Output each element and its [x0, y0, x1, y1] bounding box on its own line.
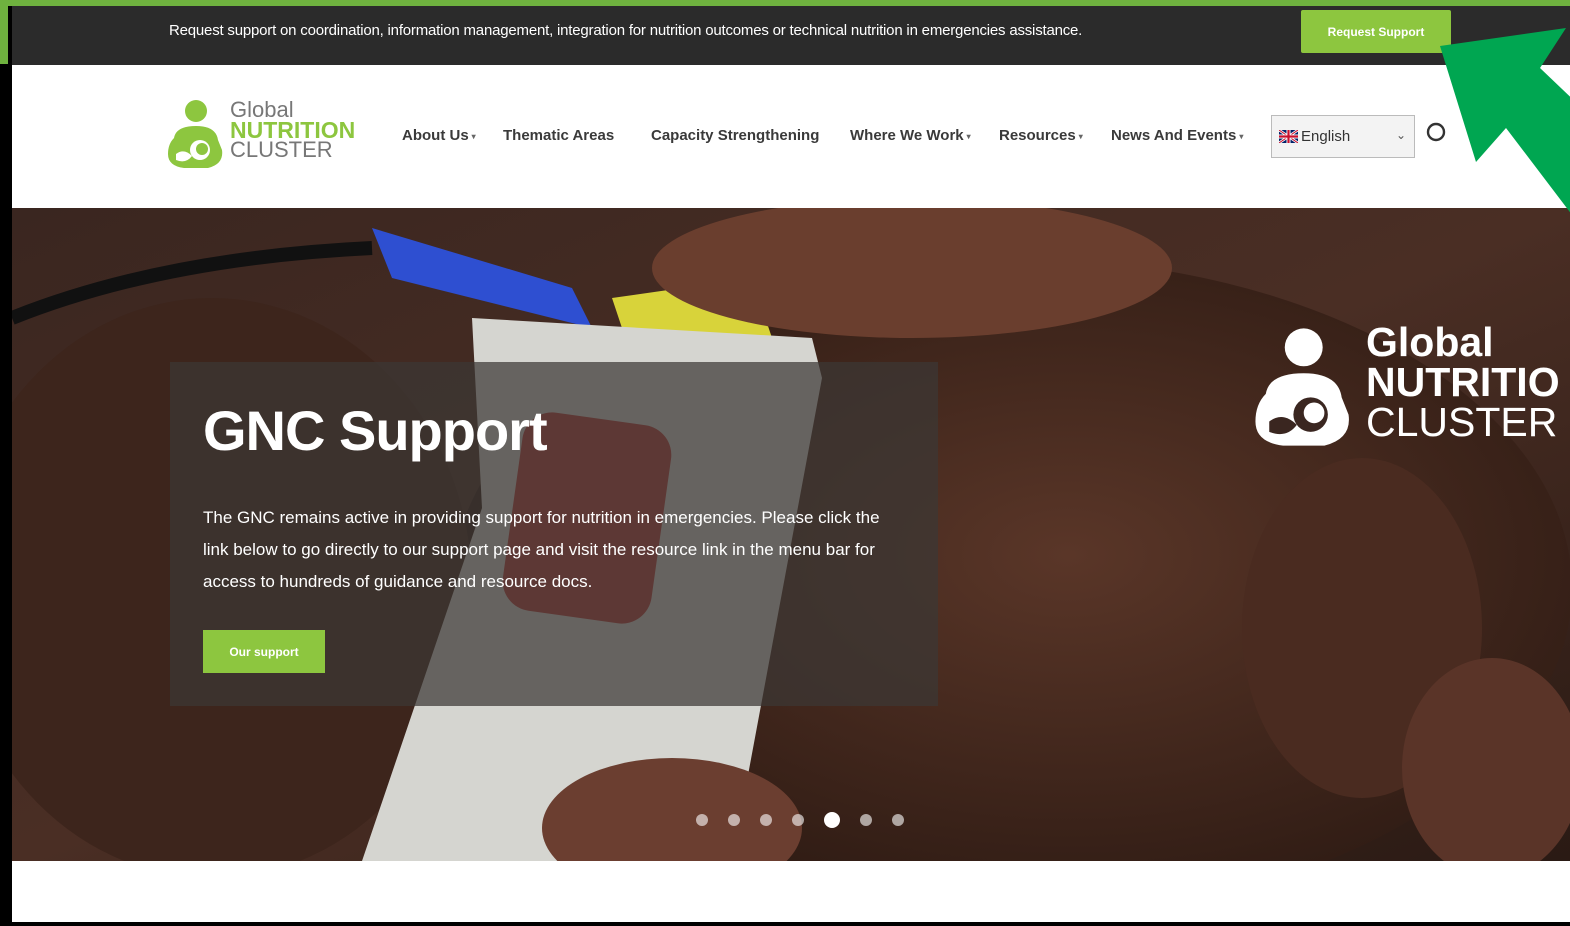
- mother-child-logo-icon: [1255, 328, 1349, 446]
- nav-label: Capacity Strengthening: [651, 127, 820, 144]
- hero-logo-nutrition: NUTRITIO: [1366, 359, 1560, 405]
- site-header: Global NUTRITION CLUSTER About Us ▾ Thema…: [12, 65, 1570, 208]
- annotation-arrow-icon: [1440, 28, 1570, 213]
- site-logo[interactable]: Global NUTRITION CLUSTER: [166, 98, 366, 170]
- slider-dot[interactable]: [728, 814, 740, 826]
- nav-resources[interactable]: Resources ▾: [999, 127, 1083, 144]
- nav-label: News And Events: [1111, 127, 1237, 144]
- slider-pagination: [696, 812, 904, 828]
- caret-down-icon: ▾: [1078, 131, 1083, 141]
- mother-child-logo-icon: [168, 100, 223, 168]
- browser-viewport: Request support on coordination, informa…: [12, 6, 1570, 922]
- nav-thematic-areas[interactable]: Thematic Areas: [503, 127, 614, 144]
- hero-logo-cluster: CLUSTER: [1366, 399, 1558, 445]
- slide-title: GNC Support: [203, 399, 548, 462]
- slider-dot[interactable]: [792, 814, 804, 826]
- language-select[interactable]: English ⌄: [1271, 115, 1415, 158]
- top-announcement-bar: Request support on coordination, informa…: [12, 6, 1570, 65]
- nav-label: Resources: [999, 127, 1076, 144]
- hero-slider: GNC Support The GNC remains active in pr…: [12, 208, 1570, 861]
- chevron-down-icon: ⌄: [1395, 128, 1406, 142]
- our-support-button[interactable]: Our support: [203, 630, 325, 673]
- slider-dot[interactable]: [696, 814, 708, 826]
- slider-dot[interactable]: [760, 814, 772, 826]
- slider-dot[interactable]: [860, 814, 872, 826]
- logo-cluster: CLUSTER: [230, 137, 333, 162]
- slide-caption-box: GNC Support The GNC remains active in pr…: [170, 362, 938, 706]
- frame-border-left: [0, 0, 8, 64]
- slider-dot-active[interactable]: [824, 812, 840, 828]
- nav-about-us[interactable]: About Us ▾: [402, 127, 476, 144]
- logo-wordmark: Global NUTRITION CLUSTER: [230, 99, 355, 162]
- hero-logo: Global NUTRITIO CLUSTER: [1252, 318, 1570, 458]
- nav-label: About Us: [402, 127, 469, 144]
- announcement-text: Request support on coordination, informa…: [169, 22, 1083, 39]
- caret-down-icon: ▾: [1239, 131, 1244, 141]
- nav-label: Thematic Areas: [503, 127, 615, 144]
- nav-capacity-strengthening[interactable]: Capacity Strengthening: [651, 127, 819, 144]
- caret-down-icon: ▾: [966, 131, 971, 141]
- nav-label: Where We Work: [850, 127, 964, 144]
- nav-news-and-events[interactable]: News And Events ▾: [1111, 127, 1243, 144]
- slide-description: The GNC remains active in providing supp…: [203, 508, 880, 591]
- caret-down-icon: ▾: [471, 131, 476, 141]
- language-value: English: [1301, 128, 1351, 145]
- uk-flag-icon: [1279, 130, 1298, 143]
- hero-logo-wordmark: Global NUTRITIO CLUSTER: [1366, 319, 1560, 445]
- slider-dot[interactable]: [892, 814, 904, 826]
- nav-where-we-work[interactable]: Where We Work ▾: [850, 127, 971, 144]
- request-support-button[interactable]: Request Support: [1301, 10, 1451, 53]
- hero-logo-global: Global: [1366, 319, 1494, 365]
